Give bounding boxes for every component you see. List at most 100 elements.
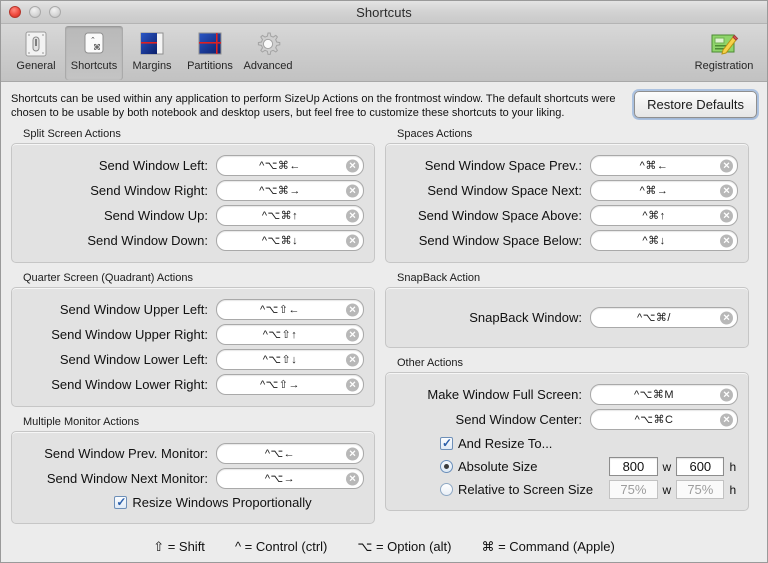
and-resize-to-checkbox[interactable] <box>440 436 453 450</box>
registration-icon <box>709 29 739 59</box>
row-label: Send Window Prev. Monitor: <box>44 446 208 461</box>
shortcut-value: ^⌥⇧↓ <box>262 354 298 366</box>
clear-icon[interactable]: ✕ <box>720 388 733 401</box>
unit-label-h: h <box>729 459 737 474</box>
group-multiple-monitor: Multiple Monitor Actions Send Window Pre… <box>11 416 375 524</box>
preferences-content: Shortcuts can be used within any applica… <box>1 82 767 562</box>
row-label: Send Window Lower Right: <box>51 377 208 392</box>
checkbox-label: Resize Windows Proportionally <box>132 495 312 510</box>
group-box: Send Window Prev. Monitor: ^⌥← ✕ Send Wi… <box>11 431 375 524</box>
toolbar-item-advanced[interactable]: Advanced <box>239 26 297 80</box>
toolbar-item-registration[interactable]: Registration <box>687 26 761 80</box>
clear-icon[interactable]: ✕ <box>720 159 733 172</box>
toolbar-item-label: Margins <box>132 60 172 72</box>
clear-icon[interactable]: ✕ <box>346 328 359 341</box>
shortcut-field-space-below[interactable]: ^⌘↓ ✕ <box>590 230 738 251</box>
row-label: Send Window Left: <box>98 158 208 173</box>
shortcut-field-lower-right[interactable]: ^⌥⇧→ ✕ <box>216 374 364 395</box>
absolute-size-radio[interactable] <box>440 460 453 473</box>
shortcut-value: ^⌥← <box>264 448 296 460</box>
clear-icon[interactable]: ✕ <box>346 472 359 485</box>
shortcut-value: ^⌥⌘M <box>633 389 674 401</box>
clear-icon[interactable]: ✕ <box>720 184 733 197</box>
shortcut-field-space-next[interactable]: ^⌘→ ✕ <box>590 180 738 201</box>
shortcut-row: Send Window Lower Left: ^⌥⇧↓ ✕ <box>22 347 364 372</box>
shortcut-value: ^⌥⌘→ <box>259 185 301 197</box>
toolbar-item-label: Partitions <box>187 60 233 72</box>
shortcut-value: ^⌥⇧→ <box>259 379 301 391</box>
clear-icon[interactable]: ✕ <box>346 447 359 460</box>
toolbar-item-general[interactable]: General <box>7 26 65 80</box>
row-label: Make Window Full Screen: <box>427 387 582 402</box>
shortcut-field-next-monitor[interactable]: ^⌥→ ✕ <box>216 468 364 489</box>
shortcut-field-space-above[interactable]: ^⌘↑ ✕ <box>590 205 738 226</box>
shortcut-field-send-window-right[interactable]: ^⌥⌘→ ✕ <box>216 180 364 201</box>
shortcut-value: ^⌘↑ <box>642 210 666 222</box>
shortcut-field-upper-left[interactable]: ^⌥⇧← ✕ <box>216 299 364 320</box>
shortcut-field-window-center[interactable]: ^⌥⌘C ✕ <box>590 409 738 430</box>
relative-height-input[interactable]: 75% <box>676 480 725 499</box>
clear-icon[interactable]: ✕ <box>720 413 733 426</box>
row-label: Send Window Down: <box>87 233 208 248</box>
toolbar-item-shortcuts[interactable]: ⌃ ⌘ Shortcuts <box>65 26 123 80</box>
shortcut-field-send-window-left[interactable]: ^⌥⌘← ✕ <box>216 155 364 176</box>
clear-icon[interactable]: ✕ <box>346 184 359 197</box>
shortcut-field-send-window-up[interactable]: ^⌥⌘↑ ✕ <box>216 205 364 226</box>
shortcuts-preferences-window: Shortcuts General ⌃ ⌘ Shortcuts Margins … <box>0 0 768 563</box>
shortcut-field-snapback-window[interactable]: ^⌥⌘/ ✕ <box>590 307 738 328</box>
shortcut-value: ^⌥⇧← <box>259 304 301 316</box>
shortcut-row: Send Window Space Above: ^⌘↑ ✕ <box>396 203 738 228</box>
toolbar-item-label: Registration <box>694 60 754 72</box>
row-label: Send Window Space Next: <box>427 183 582 198</box>
relative-size-row: Relative to Screen Size 75% w 75% h <box>396 478 738 501</box>
absolute-height-input[interactable]: 600 <box>676 457 725 476</box>
unit-label-w: w <box>662 459 672 474</box>
unit-label-w: w <box>662 482 672 497</box>
absolute-width-input[interactable]: 800 <box>609 457 658 476</box>
group-box: Send Window Left: ^⌥⌘← ✕ Send Window Rig… <box>11 143 375 263</box>
relative-size-option[interactable]: Relative to Screen Size <box>440 482 604 497</box>
shortcut-field-prev-monitor[interactable]: ^⌥← ✕ <box>216 443 364 464</box>
shortcut-row: SnapBack Window: ^⌥⌘/ ✕ <box>396 305 738 330</box>
clear-icon[interactable]: ✕ <box>720 234 733 247</box>
restore-defaults-button[interactable]: Restore Defaults <box>634 91 757 118</box>
shortcut-row: Send Window Prev. Monitor: ^⌥← ✕ <box>22 441 364 466</box>
shortcut-row: Send Window Upper Left: ^⌥⇧← ✕ <box>22 297 364 322</box>
toolbar-item-margins[interactable]: Margins <box>123 26 181 80</box>
clear-icon[interactable]: ✕ <box>346 378 359 391</box>
shortcut-value: ^⌘← <box>639 160 669 172</box>
and-resize-to-row: And Resize To... <box>396 432 738 455</box>
group-title: Multiple Monitor Actions <box>23 416 140 428</box>
shortcut-field-full-screen[interactable]: ^⌥⌘M ✕ <box>590 384 738 405</box>
toolbar-item-label: General <box>16 60 56 72</box>
shortcut-field-space-prev[interactable]: ^⌘← ✕ <box>590 155 738 176</box>
shortcut-row: Send Window Lower Right: ^⌥⇧→ ✕ <box>22 372 364 397</box>
toolbar-item-partitions[interactable]: Partitions <box>181 26 239 80</box>
right-column: Spaces Actions Send Window Space Prev.: … <box>385 128 749 520</box>
shortcut-row: Make Window Full Screen: ^⌥⌘M ✕ <box>396 382 738 407</box>
window-title: Shortcuts <box>356 4 412 20</box>
clear-icon[interactable]: ✕ <box>346 159 359 172</box>
group-split-screen: Split Screen Actions Send Window Left: ^… <box>11 128 375 263</box>
clear-icon[interactable]: ✕ <box>346 303 359 316</box>
shortcut-value: ^⌥⌘↑ <box>261 210 299 222</box>
clear-icon[interactable]: ✕ <box>346 234 359 247</box>
group-snapback: SnapBack Action SnapBack Window: ^⌥⌘/ ✕ <box>385 272 749 348</box>
clear-icon[interactable]: ✕ <box>346 209 359 222</box>
shortcut-field-send-window-down[interactable]: ^⌥⌘↓ ✕ <box>216 230 364 251</box>
legend-item-option: ⌥ = Option (alt) <box>357 539 452 554</box>
absolute-size-option[interactable]: Absolute Size <box>440 459 604 474</box>
shortcut-field-upper-right[interactable]: ^⌥⇧↑ ✕ <box>216 324 364 345</box>
relative-width-input[interactable]: 75% <box>609 480 658 499</box>
shortcut-row: Send Window Center: ^⌥⌘C ✕ <box>396 407 738 432</box>
shortcut-row: Send Window Next Monitor: ^⌥→ ✕ <box>22 466 364 491</box>
row-label: Send Window Lower Left: <box>59 352 208 367</box>
shortcut-field-lower-left[interactable]: ^⌥⇧↓ ✕ <box>216 349 364 370</box>
clear-icon[interactable]: ✕ <box>720 311 733 324</box>
shortcuts-icon: ⌃ ⌘ <box>79 29 109 59</box>
relative-size-radio[interactable] <box>440 483 453 496</box>
group-other-actions: Other Actions Make Window Full Screen: ^… <box>385 357 749 511</box>
clear-icon[interactable]: ✕ <box>720 209 733 222</box>
clear-icon[interactable]: ✕ <box>346 353 359 366</box>
resize-proportionally-checkbox[interactable] <box>114 495 128 509</box>
